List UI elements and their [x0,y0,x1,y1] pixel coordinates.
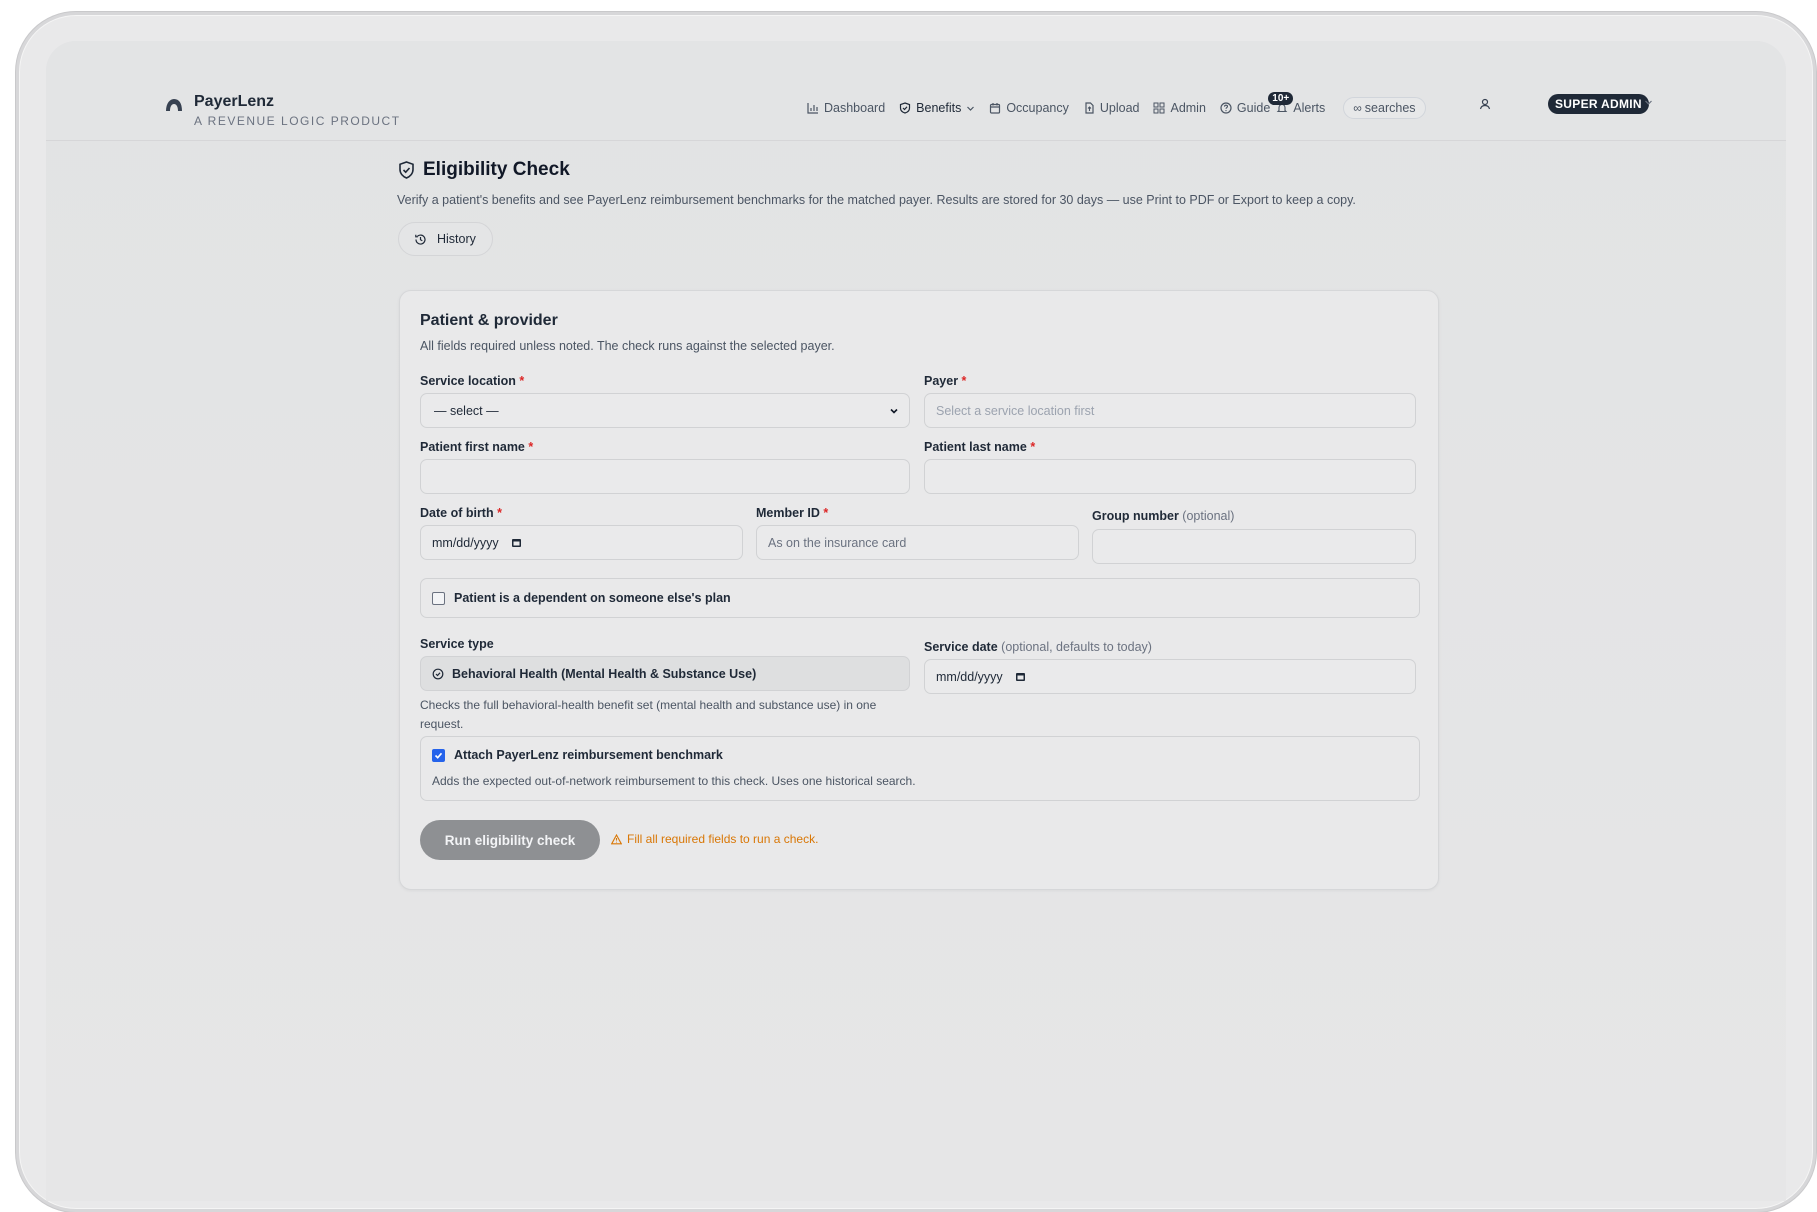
nav-benefits[interactable]: Benefits [899,101,975,115]
calendar-icon [990,103,1001,114]
brand-name: PayerLenz [194,93,275,110]
first-name-label: Patient first name * [420,440,534,454]
calendar-icon[interactable] [511,537,522,548]
nav-guide-label: Guide [1236,101,1271,115]
dob-input[interactable]: mm/dd/yyyy [420,525,743,560]
service-date-label: Service date (optional, defaults to toda… [924,640,1152,654]
page-title: Eligibility Check [398,159,570,181]
patient-provider-card: Patient & provider All fields required u… [399,290,1439,890]
benchmark-label: Attach PayerLenz reimbursement benchmark [454,748,723,762]
card-title: Patient & provider [420,312,558,329]
shield-check-icon [432,668,444,679]
alerts-count-badge: 10+ [1268,92,1294,105]
nav-occupancy[interactable]: Occupancy [989,101,1069,115]
app-screen: PayerLenz A REVENUE LOGIC PRODUCT Dashbo… [46,41,1786,1201]
nav-upload-label: Upload [1099,101,1140,115]
chevron-down-icon [967,106,975,111]
member-id-placeholder: As on the insurance card [768,535,907,550]
shield-check-icon [399,161,414,179]
group-number-label: Group number (optional) [1092,509,1235,523]
user-icon[interactable] [1479,98,1491,110]
nav-occupancy-label: Occupancy [1006,101,1069,115]
warning-icon [611,833,622,844]
nav-upload[interactable]: Upload [1083,101,1140,115]
shield-check-icon [900,102,911,114]
required-fields-warning: Fill all required fields to run a check. [611,832,818,846]
grid-icon [1153,102,1165,114]
nav-admin[interactable]: Admin [1153,101,1206,115]
service-date-input[interactable]: mm/dd/yyyy [924,659,1416,694]
payer-placeholder: Select a service location first [936,403,1095,418]
check-icon [434,752,443,759]
dependent-label: Patient is a dependent on someone else's… [454,591,731,605]
group-number-input[interactable] [1092,529,1416,564]
dob-value: mm/dd/yyyy [432,535,499,550]
page-title-text: Eligibility Check [423,159,570,180]
benchmark-helper: Adds the expected out-of-network reimbur… [432,774,916,788]
brand[interactable]: PayerLenz A REVENUE LOGIC PRODUCT [164,93,401,128]
service-location-select[interactable]: — select — [420,393,910,428]
chevron-down-icon[interactable] [1644,98,1653,107]
payer-select[interactable]: Select a service location first [924,393,1416,428]
history-button[interactable]: History [398,222,493,256]
brand-tagline: A REVENUE LOGIC PRODUCT [194,114,401,128]
nav-alerts[interactable]: 10+ Alerts [1268,92,1326,115]
nav-dashboard-label: Dashboard [824,101,886,115]
nav-dashboard[interactable]: Dashboard [807,101,885,115]
benchmark-checkbox[interactable] [432,748,445,762]
last-name-label: Patient last name * [924,440,1036,454]
top-navigation-bar: PayerLenz A REVENUE LOGIC PRODUCT Dashbo… [46,41,1786,141]
service-date-value: mm/dd/yyyy [936,669,1003,684]
member-id-input[interactable]: As on the insurance card [756,525,1079,560]
service-type-field: Behavioral Health (Mental Health & Subst… [420,656,910,691]
card-subtitle: All fields required unless noted. The ch… [420,339,835,353]
benchmark-checkbox-row[interactable]: Attach PayerLenz reimbursement benchmark [432,748,723,762]
service-type-value: Behavioral Health (Mental Health & Subst… [452,666,757,681]
service-type-helper: Checks the full behavioral-health benefi… [420,698,877,731]
help-circle-icon [1220,102,1232,114]
role-badge[interactable]: SUPER ADMIN [1548,94,1649,114]
searches-label: searches [1364,101,1416,115]
dependent-checkbox-row[interactable]: Patient is a dependent on someone else's… [420,578,1420,618]
member-id-label: Member ID * [756,506,829,520]
payer-label: Payer * [924,374,967,388]
page-description: Verify a patient's benefits and see Paye… [397,193,1356,207]
service-location-value: — select — [434,403,499,418]
dob-label: Date of birth * [420,506,502,520]
history-label: History [437,232,476,246]
main-nav: Dashboard Benefits Occupancy Upload Admi… [807,92,1426,119]
warning-text: Fill all required fields to run a check. [627,832,819,846]
searches-pill[interactable]: ∞ searches [1343,97,1426,119]
file-upload-icon [1085,102,1094,114]
run-eligibility-check-button[interactable]: Run eligibility check [420,820,600,860]
nav-guide[interactable]: Guide [1220,101,1270,115]
dependent-checkbox[interactable] [432,591,445,605]
nav-admin-label: Admin [1170,101,1206,115]
first-name-input[interactable] [420,459,910,494]
infinity-icon: ∞ [1353,101,1362,115]
bar-chart-icon [807,103,818,114]
brand-logo-icon [166,99,182,111]
service-type-label: Service type [420,637,494,651]
calendar-icon[interactable] [1015,671,1026,682]
benchmark-option: Attach PayerLenz reimbursement benchmark… [420,736,1420,801]
nav-benefits-label: Benefits [916,101,962,115]
history-icon [415,233,426,245]
nav-alerts-label: Alerts [1293,101,1326,115]
last-name-input[interactable] [924,459,1416,494]
chevron-down-icon [890,408,898,414]
service-location-label: Service location * [420,374,525,388]
